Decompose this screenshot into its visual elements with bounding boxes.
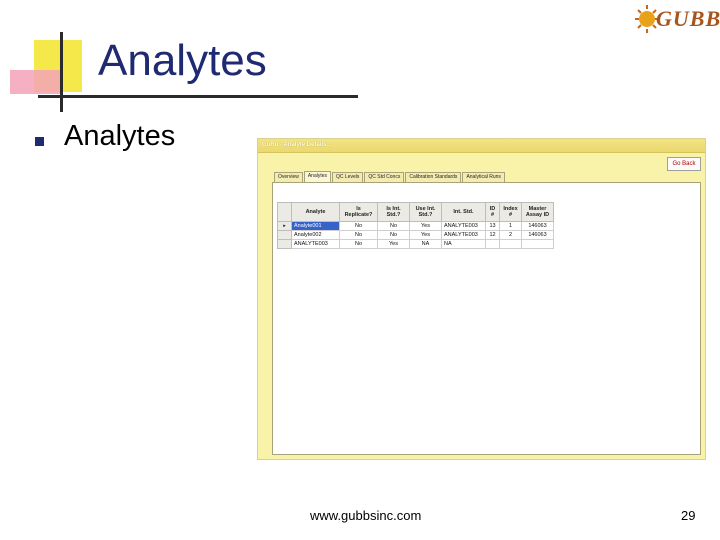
cell-is-replicate[interactable]: No xyxy=(339,239,378,249)
decor-red-block xyxy=(10,70,62,94)
decor-horizontal-line xyxy=(38,95,358,98)
tab-analytes[interactable]: Analytes xyxy=(303,171,332,182)
tab-analytical-runs[interactable]: Analytical Runs xyxy=(462,172,505,182)
window-titlebar: GuRu - Analyte Details... xyxy=(258,139,705,153)
footer-url: www.gubbsinc.com xyxy=(310,508,422,523)
analytes-panel: Analyte Is Replicate? Is Int. Std.? Use … xyxy=(272,182,701,455)
cell-int-std[interactable]: NA xyxy=(441,239,486,249)
cell-master-assay-id[interactable]: 146063 xyxy=(521,221,554,231)
cell-analyte[interactable]: ANALYTE003 xyxy=(291,239,340,249)
col-header-int-std[interactable]: Int. Std. xyxy=(441,202,486,222)
tab-bar: Overview Analytes QC Levels QC Std Concs… xyxy=(274,171,506,182)
table-row[interactable]: ▸ Analyte001 No No Yes ANALYTE003 13 1 1… xyxy=(277,221,554,231)
cell-index[interactable]: 1 xyxy=(499,221,522,231)
cell-is-int-std[interactable]: Yes xyxy=(377,239,410,249)
cell-is-replicate[interactable]: No xyxy=(339,221,378,231)
page-number: 29 xyxy=(681,508,696,523)
tab-calibration-standards[interactable]: Calibration Standards xyxy=(405,172,462,182)
cell-is-int-std[interactable]: No xyxy=(377,230,410,240)
row-indicator[interactable] xyxy=(277,230,292,240)
analytes-grid: Analyte Is Replicate? Is Int. Std.? Use … xyxy=(277,202,554,249)
cell-is-int-std[interactable]: No xyxy=(377,221,410,231)
cell-master-assay-id[interactable] xyxy=(521,239,554,249)
tab-qc-levels[interactable]: QC Levels xyxy=(332,172,364,182)
cell-index[interactable] xyxy=(499,239,522,249)
row-indicator[interactable] xyxy=(277,239,292,249)
analyte-details-window: GuRu - Analyte Details... Go Back Overvi… xyxy=(257,138,706,460)
cell-int-std[interactable]: ANALYTE003 xyxy=(441,221,486,231)
decor-vertical-line xyxy=(60,32,63,112)
col-header-analyte[interactable]: Analyte xyxy=(291,202,340,222)
col-header-use-int-std[interactable]: Use Int. Std.? xyxy=(409,202,442,222)
gubbs-logo: GUBBS xyxy=(634,4,720,34)
cell-id[interactable]: 12 xyxy=(485,230,500,240)
cell-use-int-std[interactable]: Yes xyxy=(409,221,442,231)
table-row[interactable]: ANALYTE003 No Yes NA NA xyxy=(277,239,554,249)
col-header-id[interactable]: ID # xyxy=(485,202,500,222)
go-back-button[interactable]: Go Back xyxy=(667,157,701,171)
bullet-square-icon xyxy=(35,137,44,146)
cell-index[interactable]: 2 xyxy=(499,230,522,240)
cell-id[interactable]: 13 xyxy=(485,221,500,231)
cell-analyte[interactable]: Analyte002 xyxy=(291,230,340,240)
logo-text: GUBBS xyxy=(656,6,720,31)
cell-id[interactable] xyxy=(485,239,500,249)
row-indicator[interactable]: ▸ xyxy=(277,221,292,231)
col-header-index[interactable]: Index # xyxy=(499,202,522,222)
cell-use-int-std[interactable]: Yes xyxy=(409,230,442,240)
col-header-is-int-std[interactable]: Is Int. Std.? xyxy=(377,202,410,222)
col-header-is-replicate[interactable]: Is Replicate? xyxy=(339,202,378,222)
col-header-master-assay-id[interactable]: Master Assay ID xyxy=(521,202,554,222)
window-title: GuRu - Analyte Details... xyxy=(262,142,332,148)
grid-corner-header xyxy=(277,202,292,222)
cell-int-std[interactable]: ANALYTE003 xyxy=(441,230,486,240)
tab-overview[interactable]: Overview xyxy=(274,172,303,182)
table-row[interactable]: Analyte002 No No Yes ANALYTE003 12 2 146… xyxy=(277,230,554,240)
bullet-text: Analytes xyxy=(64,120,176,152)
cell-master-assay-id[interactable]: 146063 xyxy=(521,230,554,240)
tab-qc-std-concs[interactable]: QC Std Concs xyxy=(364,172,405,182)
cell-use-int-std[interactable]: NA xyxy=(409,239,442,249)
cell-analyte[interactable]: Analyte001 xyxy=(291,221,340,231)
slide-title: Analytes xyxy=(98,36,267,85)
cell-is-replicate[interactable]: No xyxy=(339,230,378,240)
